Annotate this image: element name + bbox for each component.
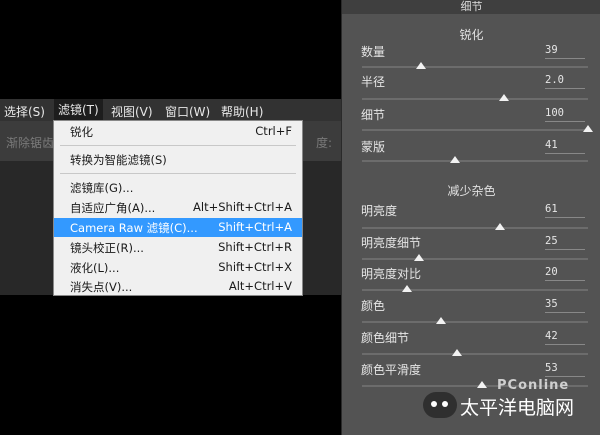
slider-thumb[interactable]: [415, 62, 426, 69]
slider-track[interactable]: [362, 66, 588, 68]
panel-header: 细节: [342, 0, 600, 14]
slider-thumb[interactable]: [583, 125, 593, 132]
detail-panel: 细节 锐化 数量 39 半径 2.0 细节 100 蒙版 41 减少杂色 明亮度…: [341, 0, 600, 435]
slider-value-input[interactable]: 39: [545, 43, 585, 59]
menu-filter[interactable]: 滤镜(T): [54, 99, 103, 121]
screenshot: 选择(S) 滤镜(T) 视图(V) 窗口(W) 帮助(H) 渐除锯齿 度: 锐化…: [0, 0, 600, 435]
slider-track[interactable]: [362, 98, 588, 100]
filter-menu-item-sharpen[interactable]: 锐化 Ctrl+F: [54, 122, 302, 141]
slider-label: 数量: [361, 45, 386, 59]
slider-value-input[interactable]: 35: [545, 297, 585, 313]
slider-label: 明亮度细节: [361, 236, 422, 250]
slider-value-input[interactable]: 2.0: [545, 73, 585, 89]
slider-thumb[interactable]: [499, 94, 510, 101]
menu-bar: 选择(S) 滤镜(T) 视图(V) 窗口(W) 帮助(H): [0, 99, 341, 121]
option-label: 度:: [316, 136, 333, 150]
menu-view[interactable]: 视图(V): [111, 103, 153, 120]
slider-thumb[interactable]: [451, 349, 462, 356]
slider-track[interactable]: [362, 258, 588, 260]
slider-label: 明亮度对比: [361, 267, 422, 281]
slider-track[interactable]: [362, 321, 588, 323]
filter-menu-item-lens-correction[interactable]: 镜头校正(R)... Shift+Ctrl+R: [54, 238, 302, 257]
slider-track[interactable]: [362, 129, 588, 131]
slider-thumb[interactable]: [402, 285, 413, 292]
slider-label: 细节: [361, 108, 386, 122]
slider-thumb[interactable]: [413, 254, 424, 261]
noise-reduction-title: 减少杂色: [447, 184, 496, 198]
slider-thumb[interactable]: [449, 156, 460, 163]
slider-track[interactable]: [362, 160, 588, 162]
slider-value-input[interactable]: 41: [545, 138, 585, 154]
sharpening-title: 锐化: [459, 28, 484, 42]
menu-separator: [60, 145, 296, 146]
filter-menu: 锐化 Ctrl+F 转换为智能滤镜(S) 滤镜库(G)... 自适应广角(A).…: [53, 120, 303, 296]
menu-select[interactable]: 选择(S): [4, 103, 45, 120]
slider-value-input[interactable]: 100: [545, 106, 585, 122]
slider-label: 蒙版: [361, 140, 386, 154]
filter-menu-item-camera-raw[interactable]: Camera Raw 滤镜(C)... Shift+Ctrl+A: [54, 218, 302, 237]
slider-label: 明亮度: [361, 204, 398, 218]
filter-menu-item-liquify[interactable]: 液化(L)... Shift+Ctrl+X: [54, 258, 302, 277]
menu-help[interactable]: 帮助(H): [221, 103, 263, 120]
slider-value-input[interactable]: 53: [545, 361, 585, 377]
slider-value-input[interactable]: 42: [545, 329, 585, 345]
antialias-option[interactable]: 渐除锯齿: [6, 134, 54, 151]
slider-label: 半径: [361, 75, 386, 89]
slider-label: 颜色平滑度: [361, 363, 422, 377]
slider-thumb[interactable]: [494, 223, 505, 230]
slider-track[interactable]: [362, 353, 588, 355]
wechat-icon: [423, 392, 457, 418]
filter-menu-item-filter-gallery[interactable]: 滤镜库(G)...: [54, 178, 302, 197]
menu-window[interactable]: 窗口(W): [165, 103, 210, 120]
filter-menu-item-vanishing-point[interactable]: 消失点(V)... Alt+Ctrl+V: [54, 277, 302, 296]
slider-value-input[interactable]: 61: [545, 202, 585, 218]
slider-track[interactable]: [362, 289, 588, 291]
menu-separator: [60, 173, 296, 174]
slider-value-input[interactable]: 20: [545, 265, 585, 281]
watermark-text: 太平洋电脑网: [460, 397, 575, 419]
slider-thumb[interactable]: [476, 381, 487, 388]
slider-track[interactable]: [362, 227, 588, 229]
slider-value-input[interactable]: 25: [545, 234, 585, 250]
slider-label: 颜色: [361, 299, 386, 313]
watermark-logo-text: PConline: [497, 378, 570, 393]
slider-thumb[interactable]: [436, 317, 447, 324]
filter-menu-item-convert-smart[interactable]: 转换为智能滤镜(S): [54, 150, 302, 169]
filter-menu-item-adaptive-wide-angle[interactable]: 自适应广角(A)... Alt+Shift+Ctrl+A: [54, 198, 302, 217]
slider-label: 颜色细节: [361, 331, 410, 345]
